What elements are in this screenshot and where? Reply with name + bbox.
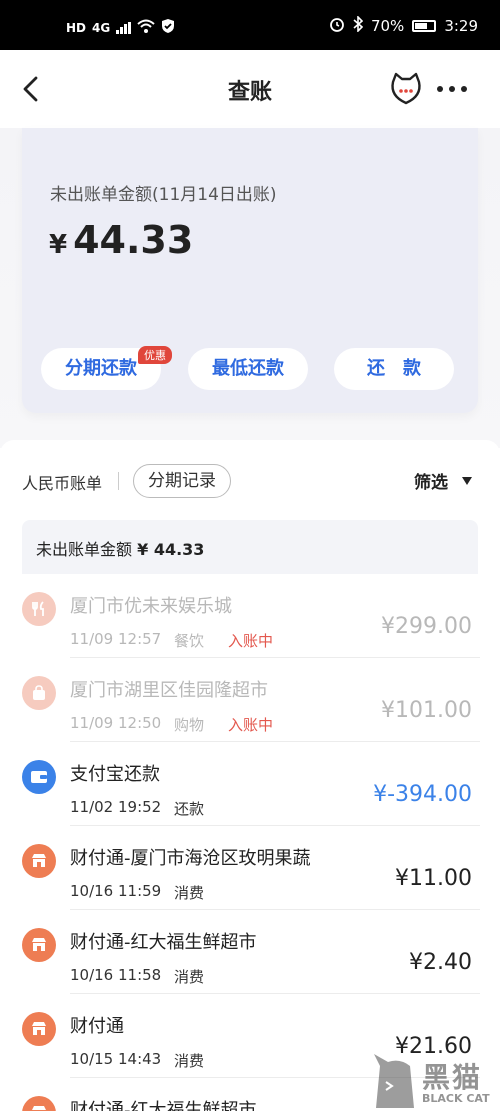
more-button[interactable]	[432, 76, 472, 102]
merchant-name: 支付宝还款	[70, 764, 160, 785]
transaction-status: 入账中	[228, 632, 274, 650]
cat-assistant-icon	[391, 72, 421, 105]
store-icon	[22, 1012, 56, 1046]
watermark: 黑猫 BLACK CAT	[370, 1050, 500, 1111]
fork-knife-icon	[22, 592, 56, 626]
transaction-category: 购物	[174, 716, 205, 734]
minimum-repay-button[interactable]: 最低还款	[188, 348, 308, 390]
transaction-time: 10/16 11:58	[70, 966, 162, 984]
dot-icon	[461, 86, 467, 92]
currency-symbol: ¥	[49, 230, 68, 260]
transaction-amount: ¥101.00	[381, 698, 472, 723]
wifi-icon	[137, 19, 155, 36]
transaction-amount: ¥-394.00	[373, 782, 472, 807]
status-bar: HD 4G 70% 3:29	[0, 0, 500, 50]
bill-card: 未出账单金额(11月14日出账) ¥44.33 分期还款 优惠 最低还款 还 款	[22, 128, 478, 413]
shopping-bag-icon	[22, 676, 56, 710]
transaction-section: 人民币账单 分期记录 筛选 未出账单金额 ¥ 44.33 厦门市优未来娱乐城 11…	[0, 440, 500, 1111]
amount-value: 44.33	[73, 218, 194, 262]
summary-bar: 未出账单金额 ¥ 44.33	[22, 520, 478, 574]
network-indicator: 4G	[92, 20, 111, 35]
store-icon	[22, 928, 56, 962]
unbilled-amount: ¥44.33	[49, 218, 193, 262]
merchant-name: 厦门市湖里区佳园隆超市	[70, 680, 268, 701]
merchant-name: 财付通	[70, 1016, 124, 1037]
transaction-amount: ¥11.00	[395, 866, 472, 891]
summary-text: 未出账单金额 ¥ 44.33	[36, 536, 204, 560]
transaction-category: 消费	[174, 968, 205, 986]
black-cat-logo-icon	[374, 1054, 414, 1108]
repay-button[interactable]: 还 款	[334, 348, 454, 390]
wallet-icon	[22, 760, 56, 794]
page-title: 查账	[227, 80, 272, 105]
summary-amount: ¥ 44.33	[137, 540, 205, 559]
battery-icon	[412, 20, 437, 32]
transaction-row[interactable]: 厦门市优未来娱乐城 11/09 12:57 餐饮 入账中 ¥299.00	[0, 574, 500, 658]
discount-badge: 优惠	[138, 346, 172, 364]
merchant-name: 财付通-红大福生鲜超市	[70, 1100, 257, 1111]
transaction-row[interactable]: 财付通-红大福生鲜超市 10/16 11:58 消费 ¥2.40	[0, 910, 500, 994]
transaction-amount: ¥299.00	[381, 614, 472, 639]
clock: 3:29	[444, 17, 478, 35]
transaction-row[interactable]: 财付通-厦门市海沧区玫明果蔬 10/16 11:59 消费 ¥11.00	[0, 826, 500, 910]
merchant-name: 财付通-厦门市海沧区玫明果蔬	[70, 848, 311, 869]
transaction-category: 还款	[174, 800, 205, 818]
transaction-time: 11/02 19:52	[70, 798, 162, 816]
bluetooth-icon	[353, 15, 364, 36]
transaction-row[interactable]: 支付宝还款 11/02 19:52 还款 ¥-394.00	[0, 742, 500, 826]
signal-icon	[116, 21, 132, 34]
nav-bar: 查账	[0, 50, 500, 128]
filter-label: 筛选	[414, 473, 448, 493]
battery-percent: 70%	[370, 17, 405, 35]
filter-arrow-icon	[462, 476, 472, 485]
filter-row: 人民币账单 分期记录 筛选	[0, 460, 500, 502]
divider	[118, 472, 119, 490]
filter-button[interactable]: 筛选	[414, 468, 472, 493]
merchant-name: 财付通-红大福生鲜超市	[70, 932, 257, 953]
transaction-category: 餐饮	[174, 632, 205, 650]
merchant-name: 厦门市优未来娱乐城	[70, 596, 232, 617]
status-left: HD 4G	[66, 18, 175, 37]
shield-icon	[161, 18, 175, 37]
transaction-status: 入账中	[228, 716, 274, 734]
transaction-time: 11/09 12:57	[70, 630, 162, 648]
installment-records-button[interactable]: 分期记录	[133, 464, 231, 498]
transaction-time: 11/09 12:50	[70, 714, 162, 732]
bill-area: 未出账单金额(11月14日出账) ¥44.33 分期还款 优惠 最低还款 还 款	[0, 128, 500, 448]
summary-label: 未出账单金额	[36, 540, 133, 559]
assistant-button[interactable]	[388, 72, 424, 106]
dot-icon	[449, 86, 455, 92]
transaction-category: 消费	[174, 1052, 205, 1070]
status-right: 70% 3:29	[329, 15, 478, 36]
unbilled-label: 未出账单金额(11月14日出账)	[50, 185, 277, 205]
watermark-text: 黑猫	[422, 1061, 483, 1094]
store-icon	[22, 844, 56, 878]
watermark-subtext: BLACK CAT	[422, 1092, 490, 1105]
dot-icon	[437, 86, 443, 92]
store-icon	[22, 1096, 56, 1111]
transaction-time: 10/15 14:43	[70, 1050, 162, 1068]
hd-indicator: HD	[66, 20, 87, 35]
transaction-time: 10/16 11:59	[70, 882, 162, 900]
alarm-icon	[329, 16, 345, 36]
rmb-bill-label: 人民币账单	[22, 474, 103, 493]
transaction-row[interactable]: 厦门市湖里区佳园隆超市 11/09 12:50 购物 入账中 ¥101.00	[0, 658, 500, 742]
transaction-amount: ¥2.40	[409, 950, 472, 975]
transaction-category: 消费	[174, 884, 205, 902]
